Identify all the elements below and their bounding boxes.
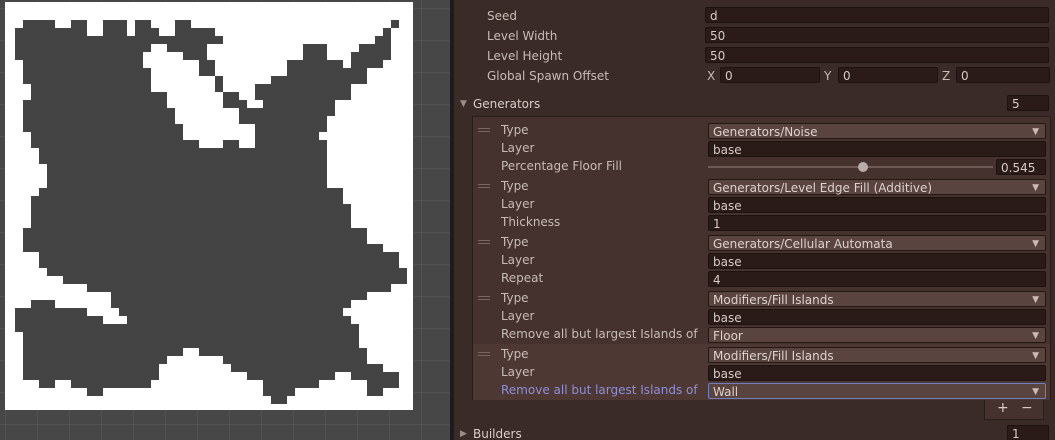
floor-pocket-2 [7,164,39,196]
x-field[interactable]: 0 [720,67,820,83]
layer-field[interactable]: base [708,141,1046,157]
remove-element-button[interactable]: − [1021,400,1033,416]
type-dropdown[interactable]: Modifiers/Fill Islands ▼ [708,291,1046,307]
islands-dropdown[interactable]: Floor ▼ [708,327,1046,343]
type-dropdown[interactable]: Modifiers/Fill Islands ▼ [708,347,1046,363]
layer-label: Layer [501,197,535,211]
z-field[interactable]: 0 [956,67,1050,83]
type-dropdown[interactable]: Generators/Level Edge Fill (Additive) ▼ [708,179,1046,195]
islands-label: Remove all but largest Islands of [501,383,698,397]
builders-header[interactable]: ▶ Builders 1 [454,425,1055,440]
layer-label: Layer [501,141,535,155]
floor-fill-slider[interactable] [708,158,993,176]
repeat-field[interactable]: 4 [708,271,1046,287]
foldout-collapsed-icon[interactable]: ▶ [460,425,467,440]
islands-dropdown[interactable]: Wall ▼ [708,383,1046,399]
seed-field[interactable]: d [705,7,1049,23]
add-element-button[interactable]: + [997,400,1009,416]
generator-element-1[interactable]: Type Generators/Level Edge Fill (Additiv… [473,176,1050,232]
slider-thumb[interactable] [858,162,868,172]
type-label: Type [501,235,529,249]
drag-handle-icon[interactable] [478,351,490,357]
layer-field[interactable]: base [708,309,1046,325]
spawn-offset-label: Global Spawn Offset [487,69,609,83]
layer-field[interactable]: base [708,365,1046,381]
layer-label: Layer [501,365,535,379]
floor-fill-field[interactable]: 0.545 [996,159,1046,175]
level-height-row: Level Height 50 [454,47,1055,65]
layer-label: Layer [501,309,535,323]
dropdown-arrow-icon: ▼ [1032,239,1039,249]
y-field[interactable]: 0 [838,67,938,83]
repeat-label: Repeat [501,271,544,285]
generator-element-3[interactable]: Type Modifiers/Fill Islands ▼ Layer base … [473,288,1050,344]
type-value: Generators/Level Edge Fill (Additive) [713,181,933,195]
type-label: Type [501,179,529,193]
generator-element-0[interactable]: Type Generators/Noise ▼ Layer base Percen… [473,120,1050,176]
thickness-field[interactable]: 1 [708,215,1046,231]
x-label: X [707,69,716,83]
level-width-field[interactable]: 50 [705,27,1049,43]
type-dropdown[interactable]: Generators/Cellular Automata ▼ [708,235,1046,251]
generators-list: Type Generators/Noise ▼ Layer base Percen… [472,116,1051,400]
y-label: Y [824,69,832,83]
type-value: Generators/Cellular Automata [713,237,893,251]
type-label: Type [501,123,529,137]
drag-handle-icon[interactable] [478,127,490,133]
scene-view[interactable] [0,0,450,440]
islands-label: Remove all but largest Islands of [501,327,698,341]
inspector-panel: Seed d Level Width 50 Level Height 50 Gl… [454,0,1055,440]
spawn-offset-row: Global Spawn Offset X 0 Y 0 Z 0 [454,67,1055,85]
generator-element-4[interactable]: Type Modifiers/Fill Islands ▼ Layer base … [473,344,1050,400]
dropdown-arrow-icon: ▼ [1032,387,1039,397]
drag-handle-icon[interactable] [478,183,490,189]
type-label: Type [501,347,529,361]
floor-fill-label: Percentage Floor Fill [501,159,623,173]
dropdown-arrow-icon: ▼ [1032,331,1039,341]
dropdown-arrow-icon: ▼ [1032,295,1039,305]
type-label: Type [501,291,529,305]
level-width-label: Level Width [487,29,558,43]
drag-handle-icon[interactable] [478,295,490,301]
slider-track [708,166,993,168]
generator-element-2[interactable]: Type Generators/Cellular Automata ▼ Layer… [473,232,1050,288]
dropdown-arrow-icon: ▼ [1032,351,1039,361]
type-value: Generators/Noise [713,125,818,139]
type-value: Modifiers/Fill Islands [713,349,834,363]
thickness-label: Thickness [501,215,561,229]
type-value: Modifiers/Fill Islands [713,293,834,307]
level-map-preview [5,2,413,410]
layer-label: Layer [501,253,535,267]
generators-count-field[interactable]: 5 [1007,95,1049,111]
seed-label: Seed [487,9,517,23]
z-label: Z [942,69,951,83]
level-height-field[interactable]: 50 [705,47,1049,63]
level-width-row: Level Width 50 [454,27,1055,45]
builders-count-field[interactable]: 1 [1007,425,1049,440]
layer-field[interactable]: base [708,253,1046,269]
level-height-label: Level Height [487,49,563,63]
drag-handle-icon[interactable] [478,239,490,245]
layer-field[interactable]: base [708,197,1046,213]
floor-pocket-3 [7,236,15,252]
generators-header[interactable]: ▼ Generators 5 [454,95,1055,113]
seed-row: Seed d [454,7,1055,25]
dropdown-arrow-icon: ▼ [1032,127,1039,137]
dropdown-arrow-icon: ▼ [1032,183,1039,193]
type-dropdown[interactable]: Generators/Noise ▼ [708,123,1046,139]
foldout-expanded-icon[interactable]: ▼ [460,95,467,113]
islands-value: Floor [713,329,743,343]
islands-value: Wall [713,385,739,399]
builders-label: Builders [473,427,522,440]
list-footer: + − [984,400,1044,420]
level-map-svg [7,20,407,404]
generators-label: Generators [473,97,541,111]
